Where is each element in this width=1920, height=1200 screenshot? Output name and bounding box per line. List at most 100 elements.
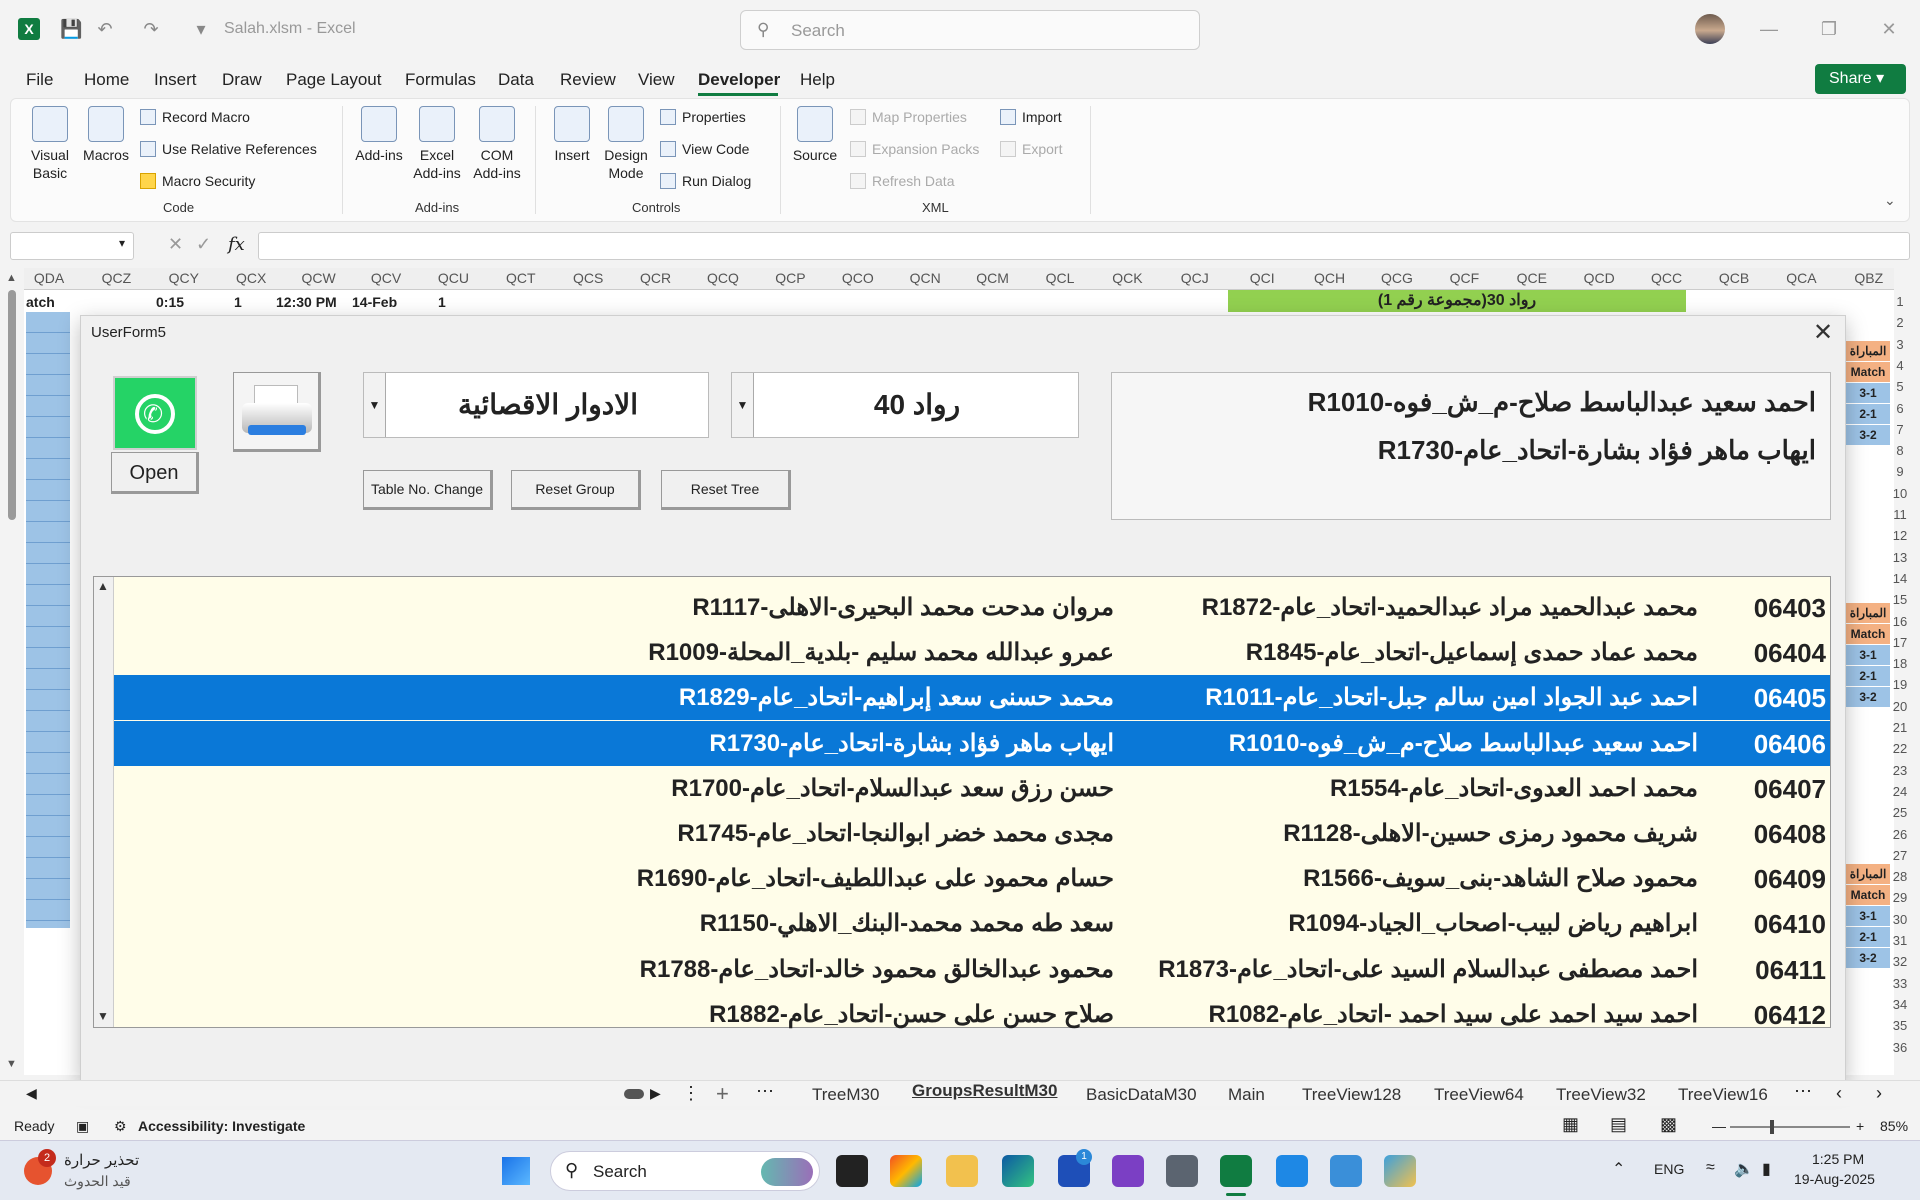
row-header[interactable]: 23 [1880,763,1920,778]
column-header[interactable]: QCQ [698,270,748,286]
save-icon[interactable]: 💾 [60,18,82,40]
customize-quick-access-icon[interactable]: ▾ [190,18,212,40]
menu-data[interactable]: Data [498,70,534,90]
match-score-cell[interactable]: 3-2 [1846,687,1890,708]
column-header[interactable]: QCM [968,270,1018,286]
zoom-level[interactable]: 85% [1880,1118,1908,1134]
match-score-cell[interactable]: 2-1 [1846,666,1890,687]
match-score-cell[interactable]: 2-1 [1846,404,1890,425]
addins-button[interactable]: Add-ins [354,106,404,164]
menu-developer[interactable]: Developer [698,70,780,90]
column-header[interactable]: QCS [563,270,613,286]
list-row-selected[interactable]: 06406 احمد سعيد عبدالباسط صلاح-م_ش_فوه-R1… [114,720,1830,766]
column-header[interactable]: QCT [496,270,546,286]
redo-icon[interactable]: ↷ [140,18,162,40]
scroll-up-icon[interactable]: ▲ [97,579,109,593]
match-score-cell[interactable]: 3-2 [1846,425,1890,446]
restore-icon[interactable]: ❐ [1814,16,1844,42]
file-explorer-icon[interactable] [946,1155,978,1187]
com-addins-button[interactable]: COM Add-ins [468,106,526,182]
tab-scroll-right-icon[interactable]: ▶ [650,1085,661,1102]
column-header[interactable]: QCZ [91,270,141,286]
chevron-left-icon[interactable]: ‹ [1836,1083,1842,1104]
row-header[interactable]: 36 [1880,1040,1920,1055]
highlighted-column-cells[interactable] [26,312,70,928]
page-break-view-icon[interactable]: ▩ [1660,1114,1677,1135]
menu-page-layout[interactable]: Page Layout [286,70,381,90]
weather-title[interactable]: تحذير حرارة [64,1151,139,1169]
column-header[interactable]: QCA [1776,270,1826,286]
column-header[interactable]: QCK [1102,270,1152,286]
column-header[interactable]: QCJ [1170,270,1220,286]
expansion-packs-button[interactable]: Expansion Packs [850,138,979,160]
language-indicator[interactable]: ENG [1654,1161,1684,1177]
scroll-up-icon[interactable]: ▲ [6,272,17,284]
macro-security-button[interactable]: Macro Security [140,170,255,192]
menu-home[interactable]: Home [84,70,129,90]
view-code-button[interactable]: View Code [660,138,749,160]
zoom-out-icon[interactable]: — [1712,1118,1726,1134]
column-header[interactable]: QCC [1642,270,1692,286]
sheet-tab[interactable]: TreeView128 [1302,1085,1401,1105]
row-header[interactable]: 35 [1880,1018,1920,1033]
list-row-selected[interactable]: 06405 احمد عبد الجواد امين سالم جبل-اتحاد… [114,675,1830,721]
column-header[interactable]: QBZ [1844,270,1894,286]
menu-review[interactable]: Review [560,70,616,90]
menu-file[interactable]: File [26,70,53,90]
list-row[interactable]: 06412 احمد سيد احمد على سيد احمد -اتحاد_ع… [114,992,1830,1037]
open-button[interactable]: Open [111,452,199,494]
weather-subtitle[interactable]: قيد الحدوث [64,1173,131,1190]
row-header[interactable]: 24 [1880,784,1920,799]
visual-basic-button[interactable]: Visual Basic [26,106,74,182]
match-score-block[interactable]: المباراة Match 3-1 2-1 3-2 [1846,341,1890,446]
cell-row1-a[interactable]: atch [26,294,55,310]
fx-icon[interactable]: fx [228,234,245,255]
taskbar-search[interactable]: ⚲ Search [550,1151,820,1191]
reset-group-button[interactable]: Reset Group [511,470,641,510]
calculator-icon[interactable] [1166,1155,1198,1187]
column-header[interactable]: QCE [1507,270,1557,286]
match-score-cell[interactable]: Match [1846,885,1890,906]
refresh-data-button[interactable]: Refresh Data [850,170,954,192]
normal-view-icon[interactable]: ▦ [1562,1114,1579,1135]
match-score-cell[interactable]: 3-1 [1846,645,1890,666]
column-header[interactable]: QCY [159,270,209,286]
match-score-cell[interactable]: Match [1846,624,1890,645]
column-header[interactable]: QCV [361,270,411,286]
visual-studio-icon[interactable] [1112,1155,1144,1187]
design-mode-button[interactable]: Design Mode [600,106,652,182]
task-view-icon[interactable] [836,1155,868,1187]
listbox-scrollbar[interactable]: ▲ ▼ [94,577,114,1027]
scroll-down-icon[interactable]: ▼ [6,1058,17,1070]
list-row[interactable]: 06411 احمد مصطفى عبدالسلام السيد على-اتحا… [114,947,1830,992]
xml-import-button[interactable]: Import [1000,106,1062,128]
accessibility-icon[interactable]: ⚙ [114,1118,127,1135]
chevron-down-icon[interactable]: ▼ [732,373,754,437]
column-header[interactable]: QCG [1372,270,1422,286]
sheet-tab[interactable]: TreeView16 [1678,1085,1768,1105]
row-header[interactable]: 34 [1880,997,1920,1012]
zoom-slider[interactable] [1730,1126,1850,1128]
list-row[interactable]: 06407 محمد احمد العدوى-اتحاد_عام-R1554 حسن… [114,766,1830,811]
column-header[interactable]: QCP [765,270,815,286]
print-button[interactable] [233,372,321,452]
match-score-cell[interactable]: المباراة [1846,341,1890,362]
properties-button[interactable]: Properties [660,106,746,128]
column-header[interactable]: QCX [226,270,276,286]
row-header[interactable]: 11 [1880,507,1920,522]
table-no-change-button[interactable]: Table No. Change [363,470,493,510]
row-header[interactable]: 2 [1880,315,1920,330]
match-score-cell[interactable]: المباراة [1846,603,1890,624]
column-header[interactable]: QCW [294,270,344,286]
cell-row1-e[interactable]: 14-Feb [352,294,397,310]
row-header[interactable]: 14 [1880,571,1920,586]
cell-row1-d[interactable]: 12:30 PM [276,294,337,310]
macros-button[interactable]: Macros [80,106,132,164]
menu-formulas[interactable]: Formulas [405,70,476,90]
sheet-tab[interactable]: TreeView64 [1434,1085,1524,1105]
row-header[interactable]: 1 [1880,294,1920,309]
column-header[interactable]: QCI [1237,270,1287,286]
more-sheets-icon[interactable]: ⋯ [756,1081,774,1102]
sheet-tab-active[interactable]: GroupsResultM30 [912,1081,1057,1101]
minimize-icon[interactable]: — [1754,16,1784,42]
